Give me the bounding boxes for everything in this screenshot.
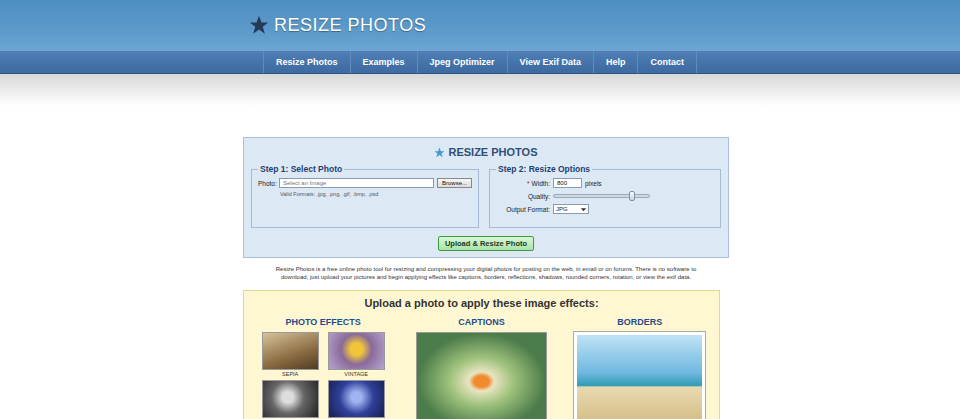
effect-thumb[interactable]	[328, 380, 385, 419]
thumb-label: SEPIA	[282, 371, 298, 377]
quality-row: Quality:	[496, 191, 714, 201]
photo-label: Photo:	[258, 180, 276, 187]
effect-heading[interactable]: BORDERS	[617, 317, 662, 327]
nav-item[interactable]: Jpeg Optimizer	[417, 51, 507, 73]
site-logo[interactable]: RESIZE PHOTOS	[274, 15, 426, 36]
thumb-photo	[262, 332, 319, 370]
width-label: *Width:	[496, 180, 550, 187]
step-legend: Step 1: Select Photo	[258, 164, 344, 174]
effect-thumb[interactable]	[262, 380, 319, 419]
format-row: Output Format:JPG	[496, 204, 714, 214]
page-content: RESIZE PHOTOSStep 1: Select PhotoPhoto:S…	[0, 74, 960, 419]
title-star-icon	[434, 147, 445, 158]
nav-item[interactable]: Help	[593, 51, 638, 73]
required-mark: *	[527, 180, 530, 187]
nav-item[interactable]: View Exif Data	[507, 51, 593, 73]
panel-title: RESIZE PHOTOS	[434, 146, 537, 158]
effect-column: BORDERS	[561, 317, 719, 419]
effect-heading[interactable]: CAPTIONS	[458, 317, 505, 327]
nav-item[interactable]: Examples	[350, 51, 417, 73]
site-header: RESIZE PHOTOS	[0, 0, 960, 50]
photo-row: Photo:Select an ImageBrowse...	[258, 178, 472, 188]
width-unit: pixels	[585, 180, 602, 187]
width-row: *Width:800pixels	[496, 178, 714, 188]
steps: Step 1: Select Photo Photo:Select an Imag…	[251, 164, 721, 228]
effect-thumb[interactable]: VINTAGE	[328, 332, 385, 377]
effect-thumb[interactable]: SEPIA	[262, 332, 319, 377]
dropdown-arrow-icon	[580, 206, 587, 213]
quality-slider-thumb[interactable]	[629, 191, 635, 201]
effect-thumbs: SEPIA VINTAGE	[262, 332, 385, 419]
effect-column: CAPTIONS	[402, 317, 560, 419]
thumb-photo	[328, 332, 385, 370]
effects-title: Upload a photo to apply these image effe…	[364, 297, 598, 309]
logo-star-icon	[249, 15, 269, 35]
caption-example-photo[interactable]	[416, 332, 547, 419]
effects-panel: Upload a photo to apply these image effe…	[243, 290, 720, 419]
upload-resize-button[interactable]: Upload & Resize Photo	[438, 236, 534, 251]
content-column: RESIZE PHOTOSStep 1: Select PhotoPhoto:S…	[243, 137, 729, 419]
step-select-photo: Step 1: Select Photo Photo:Select an Imag…	[251, 164, 479, 228]
header-inner: RESIZE PHOTOS	[243, 0, 729, 50]
width-input[interactable]: 800	[553, 178, 582, 188]
site-description: Resize Photos is a free online photo too…	[266, 265, 706, 281]
resize-panel: RESIZE PHOTOSStep 1: Select PhotoPhoto:S…	[243, 137, 729, 258]
main-nav: Resize PhotosExamplesJpeg OptimizerView …	[0, 50, 960, 74]
quality-slider[interactable]	[553, 194, 650, 198]
valid-formats: Valid Formats: .jpg, .png, .gif, .bmp, .…	[258, 191, 472, 197]
effect-heading[interactable]: PHOTO EFFECTS	[285, 317, 360, 327]
photo-input[interactable]: Select an Image	[279, 178, 434, 188]
browse-button[interactable]: Browse...	[437, 178, 472, 188]
effect-column: PHOTO EFFECTS SEPIA VINTAGE	[244, 317, 402, 419]
format-label: Output Format:	[496, 206, 550, 213]
nav-item[interactable]: Resize Photos	[263, 51, 350, 73]
thumb-label: VINTAGE	[344, 371, 368, 377]
quality-label: Quality:	[496, 193, 550, 200]
effects-grid: PHOTO EFFECTS SEPIA VINTAGE CAPTIONS BORDERS	[244, 317, 719, 419]
nav-item[interactable]: Contact	[637, 51, 697, 73]
thumb-photo	[262, 380, 319, 418]
border-example-photo[interactable]	[574, 332, 705, 419]
thumb-photo	[328, 380, 385, 418]
step-resize-options: Step 2: Resize Options *Width:800pixels Qu…	[489, 164, 721, 228]
format-select[interactable]: JPG	[553, 204, 589, 214]
step-legend: Step 2: Resize Options	[496, 164, 592, 174]
